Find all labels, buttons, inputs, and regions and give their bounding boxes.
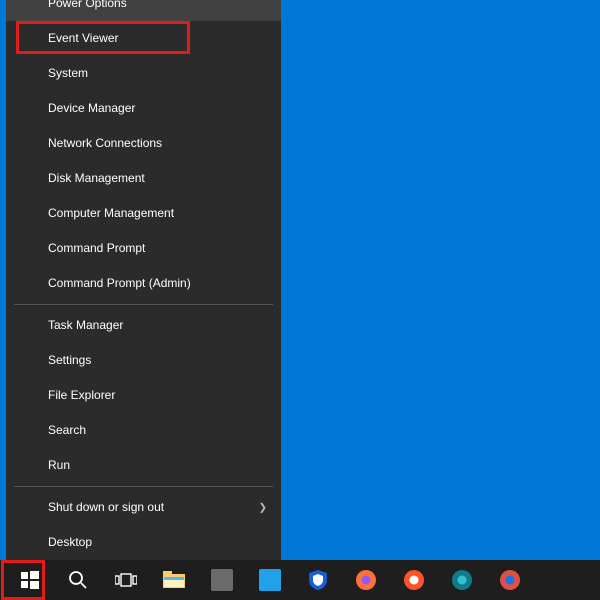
menu-item-event-viewer[interactable]: Event Viewer: [6, 21, 281, 56]
menu-item-command-prompt[interactable]: Command Prompt: [6, 231, 281, 266]
search-icon: [68, 570, 88, 590]
menu-item-label: Network Connections: [48, 136, 162, 150]
menu-item-label: Settings: [48, 353, 91, 367]
menu-item-file-explorer[interactable]: File Explorer: [6, 378, 281, 413]
chevron-right-icon: ❯: [259, 490, 267, 525]
firefox-taskbar[interactable]: [342, 560, 390, 600]
menu-item-run[interactable]: Run: [6, 448, 281, 483]
menu-item-desktop[interactable]: Desktop: [6, 525, 281, 560]
search-button[interactable]: [54, 560, 102, 600]
task-view-button[interactable]: [102, 560, 150, 600]
power-user-menu: Mobility CenterPower OptionsEvent Viewer…: [6, 0, 281, 560]
menu-item-label: Computer Management: [48, 206, 174, 220]
menu-item-computer-management[interactable]: Computer Management: [6, 196, 281, 231]
menu-separator: [14, 304, 273, 305]
menu-item-label: Run: [48, 458, 70, 472]
bitwarden-icon: [307, 569, 329, 591]
menu-item-disk-management[interactable]: Disk Management: [6, 161, 281, 196]
menu-item-command-prompt-admin[interactable]: Command Prompt (Admin): [6, 266, 281, 301]
desktop-background: Mobility CenterPower OptionsEvent Viewer…: [0, 0, 600, 600]
menu-item-label: Device Manager: [48, 101, 135, 115]
gimp-taskbar[interactable]: [198, 560, 246, 600]
menu-item-settings[interactable]: Settings: [6, 343, 281, 378]
menu-item-label: Event Viewer: [48, 31, 118, 45]
brave-taskbar[interactable]: [390, 560, 438, 600]
menu-item-system[interactable]: System: [6, 56, 281, 91]
bitwarden-taskbar[interactable]: [294, 560, 342, 600]
file-explorer-taskbar[interactable]: [150, 560, 198, 600]
menu-item-search[interactable]: Search: [6, 413, 281, 448]
menu-separator: [14, 486, 273, 487]
menu-item-shut-down-or-sign-out[interactable]: Shut down or sign out ❯: [6, 490, 281, 525]
menu-item-label: Shut down or sign out: [48, 500, 164, 514]
menu-item-label: Command Prompt: [48, 241, 145, 255]
menu-item-task-manager[interactable]: Task Manager: [6, 308, 281, 343]
firefox-icon: [355, 569, 377, 591]
menu-item-device-manager[interactable]: Device Manager: [6, 91, 281, 126]
menu-item-network-connections[interactable]: Network Connections: [6, 126, 281, 161]
vscode-icon: [259, 569, 281, 591]
gimp-icon: [211, 569, 233, 591]
chrome-taskbar[interactable]: [486, 560, 534, 600]
file-explorer-icon: [163, 571, 185, 589]
menu-item-label: File Explorer: [48, 388, 115, 402]
menu-item-label: Task Manager: [48, 318, 123, 332]
taskbar: [0, 560, 600, 600]
edge-taskbar[interactable]: [438, 560, 486, 600]
menu-item-label: Power Options: [48, 0, 127, 10]
task-view-icon: [115, 572, 137, 588]
edge-icon: [451, 569, 473, 591]
brave-icon: [403, 569, 425, 591]
menu-item-power-options[interactable]: Power Options: [6, 0, 281, 21]
chrome-icon: [499, 569, 521, 591]
start-button[interactable]: [6, 560, 54, 600]
menu-item-label: Disk Management: [48, 171, 145, 185]
vscode-taskbar[interactable]: [246, 560, 294, 600]
menu-item-label: Search: [48, 423, 86, 437]
windows-logo-icon: [21, 571, 39, 589]
menu-item-label: Command Prompt (Admin): [48, 276, 191, 290]
menu-item-label: System: [48, 66, 88, 80]
menu-item-label: Desktop: [48, 535, 92, 549]
